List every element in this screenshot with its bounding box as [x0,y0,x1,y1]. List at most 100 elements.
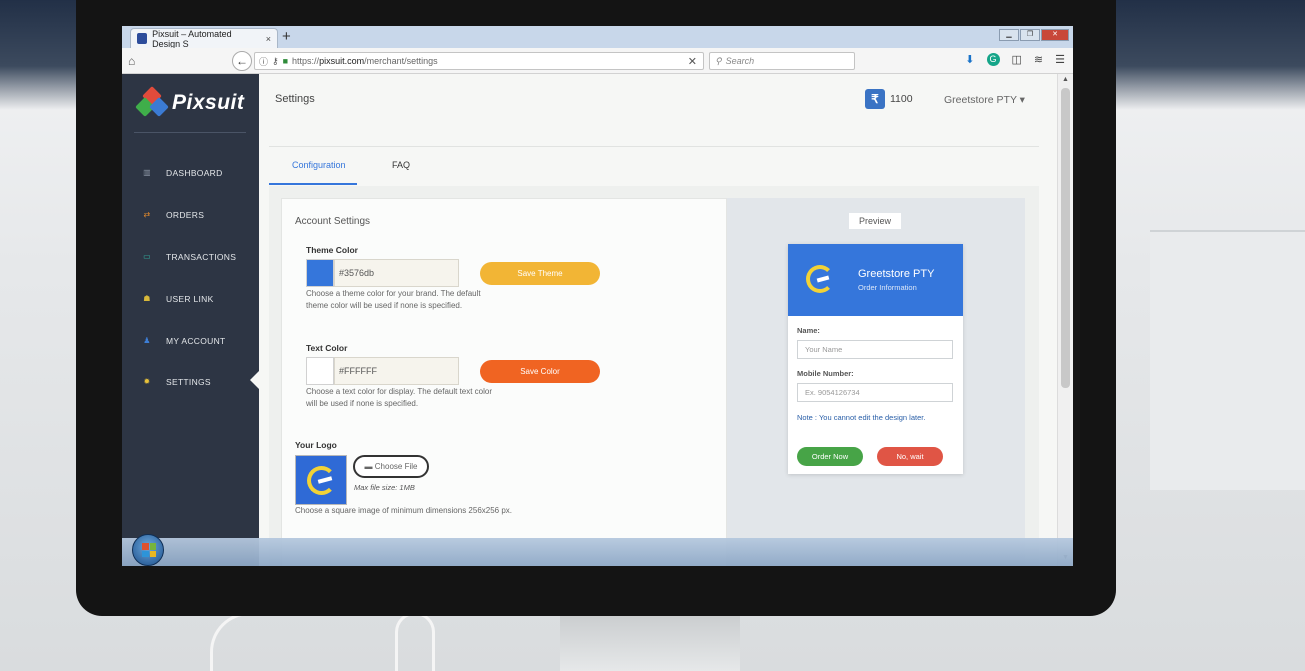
tab-bar: Configuration FAQ [269,150,1039,186]
preview-label: Preview [849,213,901,229]
search-icon: ⚲ [715,55,722,66]
main-content: Settings ₹ 1100 Greetstore PTY ▾ Configu… [259,74,1057,566]
preview-store-name: Greetstore PTY [858,268,935,280]
preview-panel: Preview Greetstore PTY Order Information… [727,198,1025,566]
info-icon[interactable]: ⓘ [259,55,268,68]
minimize-button[interactable]: ▁ [999,29,1019,41]
app: Pixsuit ▥ DASHBOARD ⇄ ORDERS ▭ TRANSACTI… [122,74,1073,566]
sidebar-item-dashboard[interactable]: ▥ DASHBOARD [142,168,223,178]
brand-logo[interactable]: Pixsuit [135,86,245,118]
home-icon[interactable]: ⌂ [128,54,135,68]
layers-icon[interactable]: ≋ [1034,53,1043,66]
preview-name-label: Name: [797,326,820,335]
sidebar-item-label: TRANSACTIONS [166,252,237,262]
favicon-icon [137,33,148,44]
page-scrollbar[interactable]: ▲ ▼ [1057,74,1073,566]
page-header: Settings ₹ 1100 Greetstore PTY ▾ [259,74,1057,124]
taskbar [122,534,1073,566]
order-now-button[interactable]: Order Now [797,447,863,466]
preview-card: Greetstore PTY Order Information Name: Y… [788,244,963,474]
restore-button[interactable]: ❐ [1020,29,1040,41]
text-color-help: Choose a text color for display. The def… [306,387,493,408]
cubes-logo-icon [135,86,169,118]
text-color-label: Text Color [306,343,348,353]
browser-tab[interactable]: Pixsuit – Automated Design S × [130,28,278,49]
screen: Pixsuit – Automated Design S × + ▁ ❐ ✕ ⌂… [122,26,1073,566]
bar-chart-icon: ▥ [143,168,151,177]
theme-color-label: Theme Color [306,245,358,255]
theme-color-help: Choose a theme color for your brand. The… [306,289,481,310]
active-tab-underline [269,183,357,185]
sidebar-item-label: SETTINGS [166,377,211,387]
folder-icon: ▬ [364,462,373,471]
no-wait-button[interactable]: No, wait [877,447,943,466]
start-button[interactable] [132,534,164,566]
swap-arrows-icon: ⇄ [143,210,151,219]
url-domain: pixsuit.com [319,56,365,66]
cable [395,612,435,671]
account-settings-card: Account Settings Theme Color #3576db Sav… [281,198,727,566]
wallet-balance[interactable]: ₹ 1100 [865,89,913,109]
divider [269,146,1039,147]
text-color-input[interactable]: #FFFFFF [334,357,459,385]
toolbar-icons: ⬇ G ◫ ≋ ☰ [965,53,1065,66]
account-dropdown[interactable]: Greetstore PTY ▾ [944,94,1025,106]
clear-url-icon[interactable]: ✕ [688,55,697,68]
sidebar-item-user-link[interactable]: ☗ USER LINK [142,294,214,304]
browser-titlebar: Pixsuit – Automated Design S × + ▁ ❐ ✕ [122,26,1073,49]
gear-icon: ✹ [143,377,151,386]
tab-title: Pixsuit – Automated Design S [152,28,232,49]
tab-close-icon[interactable]: × [266,34,271,44]
credit-card-icon: ▭ [143,252,151,261]
preview-subtitle: Order Information [858,283,917,292]
sidebar-item-settings[interactable]: ✹ SETTINGS [142,377,211,387]
window-controls: ▁ ❐ ✕ [999,29,1069,41]
sidebar: Pixsuit ▥ DASHBOARD ⇄ ORDERS ▭ TRANSACTI… [122,74,260,566]
download-icon[interactable]: ⬇ [965,53,974,66]
key-icon: ⚷ [272,55,279,66]
url-text[interactable]: https://pixsuit.com/merchant/settings [292,56,438,66]
theme-color-swatch[interactable] [306,259,334,287]
choose-file-button[interactable]: ▬ Choose File [353,455,429,478]
search-placeholder: Search [725,56,755,66]
logo-thumbnail [295,455,347,505]
tab-faq[interactable]: FAQ [392,160,410,170]
page-title: Settings [275,93,315,105]
monitor-stand [560,612,740,671]
new-tab-button[interactable]: + [282,28,291,45]
save-theme-button[interactable]: Save Theme [480,262,600,285]
sidebar-item-label: USER LINK [166,294,214,304]
browser-navbar: ⌂ ← ⓘ ⚷ ■ https://pixsuit.com/merchant/s… [122,48,1073,74]
url-path: /merchant/settings [364,56,438,66]
divider [134,132,246,133]
background-shelf [1150,230,1305,490]
theme-color-input[interactable]: #3576db [334,259,459,287]
preview-note: Note : You cannot edit the design later. [797,413,926,422]
reader-icon[interactable]: ◫ [1012,53,1022,66]
close-window-button[interactable]: ✕ [1041,29,1069,41]
preview-name-input[interactable]: Your Name [797,340,953,359]
save-color-button[interactable]: Save Color [480,360,600,383]
sidebar-item-transactions[interactable]: ▭ TRANSACTIONS [142,252,236,262]
sidebar-item-my-account[interactable]: ♟ MY ACCOUNT [142,336,226,346]
preview-header: Greetstore PTY Order Information [788,244,963,316]
lock-icon: ■ [282,56,289,66]
users-icon: ☗ [143,294,151,303]
search-input[interactable]: ⚲ Search [709,52,855,70]
sidebar-item-orders[interactable]: ⇄ ORDERS [142,210,204,220]
back-button[interactable]: ← [232,51,252,71]
preview-mobile-input[interactable]: Ex. 9054126734 [797,383,953,402]
tab-configuration[interactable]: Configuration [292,160,346,170]
address-bar[interactable]: ⓘ ⚷ ■ https://pixsuit.com/merchant/setti… [254,52,704,70]
cable [210,612,310,671]
grammarly-icon[interactable]: G [986,53,1000,66]
scroll-thumb[interactable] [1061,88,1070,388]
balance-value: 1100 [890,93,913,105]
wallet-icon: ₹ [865,89,885,109]
windows-logo-icon [142,543,156,557]
scroll-up-icon[interactable]: ▲ [1062,76,1069,83]
brand-name: Pixsuit [172,91,245,114]
text-color-swatch[interactable] [306,357,334,385]
menu-icon[interactable]: ☰ [1055,53,1065,66]
sidebar-item-label: MY ACCOUNT [166,336,226,346]
